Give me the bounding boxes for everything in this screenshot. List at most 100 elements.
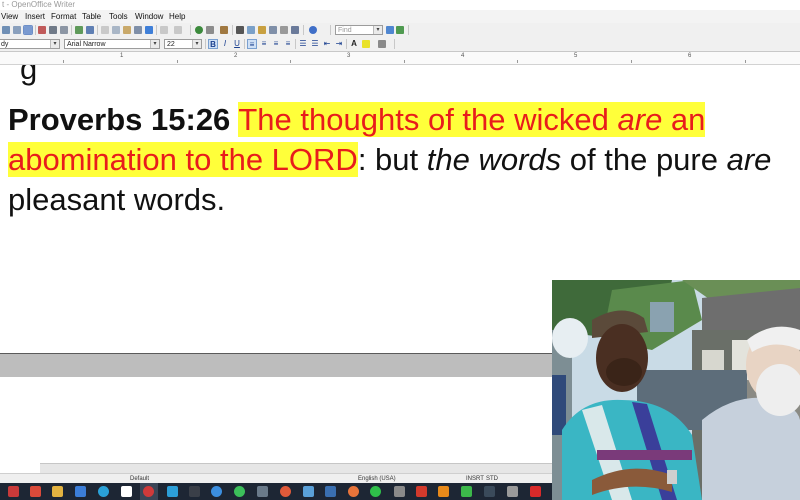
gmail-icon[interactable] (30, 486, 41, 497)
menu-window[interactable]: Window (135, 10, 163, 23)
save-icon[interactable] (13, 26, 21, 34)
font-size-combo[interactable]: 22 ▾ (164, 39, 202, 49)
font-name-value: Arial Narrow (67, 41, 106, 48)
copy-icon[interactable] (112, 26, 120, 34)
justify-icon[interactable]: ≡ (283, 39, 293, 49)
font-name-combo[interactable]: Arial Narrow ▾ (64, 39, 160, 49)
file-explorer-icon[interactable] (52, 486, 63, 497)
app-icon[interactable] (167, 486, 178, 497)
nonprinting-chars-icon[interactable] (280, 26, 288, 34)
ruler-mark: 4 (461, 53, 465, 59)
app-icon[interactable] (303, 486, 314, 497)
ruler-tick (517, 60, 518, 63)
paste-icon[interactable] (123, 26, 131, 34)
app-icon[interactable] (257, 486, 268, 497)
toolbar-separator (408, 25, 409, 35)
highlight-italic-word: are (617, 102, 663, 137)
chevron-down-icon[interactable]: ▾ (192, 40, 201, 48)
document-app-icon[interactable] (121, 486, 132, 497)
clone-format-icon[interactable] (134, 26, 142, 34)
page-preview-icon[interactable] (60, 26, 68, 34)
find-prev-up-icon[interactable] (396, 26, 404, 34)
menu-table[interactable]: Table (82, 10, 101, 23)
menu-help[interactable]: Help (169, 10, 185, 23)
app-icon[interactable] (75, 486, 86, 497)
help-icon[interactable] (309, 26, 317, 34)
ruler-tick (290, 60, 291, 63)
app-icon[interactable] (325, 486, 336, 497)
navigator-icon[interactable] (247, 26, 255, 34)
app-icon[interactable] (507, 486, 518, 497)
menu-tools[interactable]: Tools (109, 10, 128, 23)
ruler-mark: 3 (347, 53, 351, 59)
ruler-mark: 2 (234, 53, 238, 59)
datasources-icon[interactable] (269, 26, 277, 34)
align-left-icon[interactable]: ≡ (247, 39, 257, 49)
chevron-down-icon[interactable]: ▾ (373, 26, 382, 34)
ruler-mark: 5 (574, 53, 578, 59)
open-icon[interactable] (2, 26, 10, 34)
bullets-icon[interactable]: ☰ (310, 39, 320, 49)
paragraph-style-combo[interactable]: dy ▾ (0, 39, 60, 49)
app-icon[interactable] (461, 486, 472, 497)
menu-format[interactable]: Format (51, 10, 76, 23)
whatsapp-icon[interactable] (370, 486, 381, 497)
verse-italic-word: are (726, 142, 772, 177)
hyperlink-icon[interactable] (195, 26, 203, 34)
undo-icon[interactable] (160, 26, 168, 34)
print-icon[interactable] (49, 26, 57, 34)
find-next-down-icon[interactable] (386, 26, 394, 34)
vlc-icon[interactable] (438, 486, 449, 497)
find-input[interactable]: Find (338, 27, 352, 34)
app-icon[interactable] (8, 486, 19, 497)
menu-view[interactable]: View (1, 10, 18, 23)
table-icon[interactable] (206, 26, 214, 34)
show-draw-icon[interactable] (220, 26, 228, 34)
app-icon[interactable] (280, 486, 291, 497)
app-icon[interactable] (394, 486, 405, 497)
webcam-overlay (552, 280, 800, 500)
window-title: t - OpenOffice Writer (0, 0, 800, 10)
increase-indent-icon[interactable]: ⇥ (334, 39, 344, 49)
align-right-icon[interactable]: ≡ (271, 39, 281, 49)
bible-verse-paragraph[interactable]: Proverbs 15:26 The thoughts of the wicke… (8, 100, 788, 220)
underline-icon[interactable]: U (232, 39, 242, 49)
toolbar-separator (346, 39, 347, 49)
font-color-icon[interactable]: A (349, 39, 359, 49)
verse-italic-phrase: the words (426, 142, 562, 177)
edit-mode-icon[interactable] (23, 25, 33, 35)
toolbar-separator (35, 25, 36, 35)
app-icon[interactable] (530, 486, 541, 497)
menu-insert[interactable]: Insert (25, 10, 45, 23)
export-pdf-icon[interactable] (38, 26, 46, 34)
italic-icon[interactable]: I (220, 39, 230, 49)
app-icon[interactable] (484, 486, 495, 497)
paragraph-style-value: dy (1, 41, 9, 48)
chevron-down-icon[interactable]: ▾ (50, 40, 59, 48)
brush-icon[interactable] (145, 26, 153, 34)
active-app-icon[interactable] (143, 486, 154, 497)
redo-icon[interactable] (174, 26, 182, 34)
numbering-icon[interactable]: ☰ (298, 39, 308, 49)
firefox-icon[interactable] (348, 486, 359, 497)
gallery-icon[interactable] (258, 26, 266, 34)
toolbar-separator (244, 39, 245, 49)
chevron-down-icon[interactable]: ▾ (150, 40, 159, 48)
align-center-icon[interactable]: ≡ (259, 39, 269, 49)
app-icon[interactable] (189, 486, 200, 497)
background-color-icon[interactable] (378, 40, 386, 48)
chrome-icon[interactable] (234, 486, 245, 497)
zoom-icon[interactable] (291, 26, 299, 34)
pdf-icon[interactable] (416, 486, 427, 497)
bold-icon[interactable]: B (208, 39, 218, 49)
find-box[interactable]: Find ▾ (335, 25, 383, 35)
find-replace-icon[interactable] (236, 26, 244, 34)
autospell-icon[interactable] (86, 26, 94, 34)
telegram-icon[interactable] (98, 486, 109, 497)
spellcheck-icon[interactable] (75, 26, 83, 34)
horizontal-ruler[interactable]: 1 2 3 4 5 6 (0, 52, 800, 65)
decrease-indent-icon[interactable]: ⇤ (322, 39, 332, 49)
cut-icon[interactable] (101, 26, 109, 34)
edge-icon[interactable] (211, 486, 222, 497)
highlighting-icon[interactable] (362, 40, 370, 48)
